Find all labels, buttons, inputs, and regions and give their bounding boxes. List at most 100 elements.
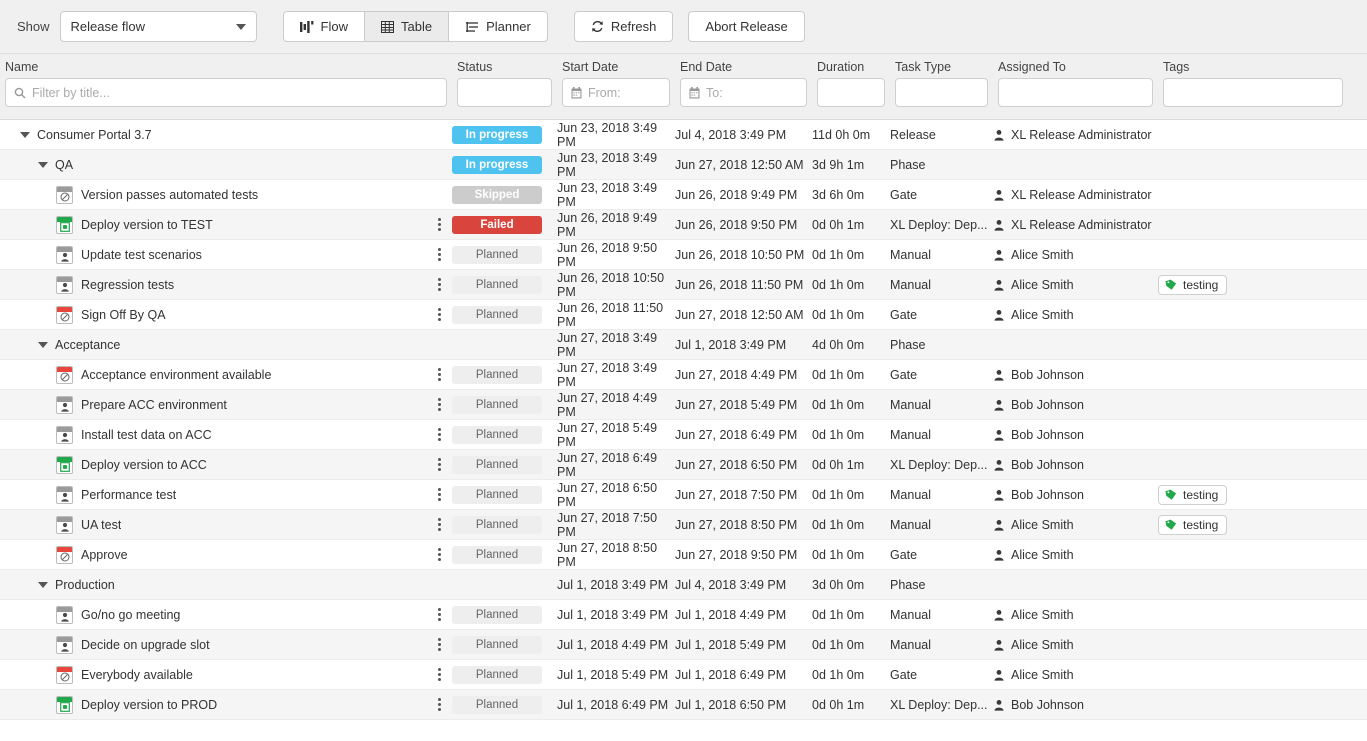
table-row[interactable]: Version passes automated tests Skipped Jun…: [0, 180, 1367, 210]
cell-duration: 0d 1h 0m: [812, 277, 865, 292]
table-row[interactable]: Sign Off By QA Planned Jun 26, 2018 11:50 …: [0, 300, 1367, 330]
cell-duration: 11d 0h 0m: [812, 127, 871, 142]
table-row[interactable]: Consumer Portal 3.7 In progress Jun 23, 20…: [0, 120, 1367, 150]
column-header-name[interactable]: Name: [0, 60, 452, 74]
tag-chip[interactable]: testing: [1158, 484, 1228, 505]
row-menu-icon[interactable]: [432, 488, 446, 501]
cell-task-type: Manual: [890, 637, 931, 652]
filter-input-status[interactable]: [457, 78, 552, 107]
abort-release-label: Abort Release: [705, 19, 788, 34]
row-menu-icon[interactable]: [432, 278, 446, 291]
assignee-name: XL Release Administrator: [1011, 217, 1152, 232]
tab-table[interactable]: Table: [363, 11, 449, 42]
cell-tags: testing: [1158, 484, 1348, 505]
cell-end-date: Jul 1, 2018 3:49 PM: [675, 337, 787, 352]
expand-collapse-caret-icon[interactable]: [38, 161, 48, 168]
table-row[interactable]: Performance test Planned Jun 27, 2018 6:50…: [0, 480, 1367, 510]
row-menu-icon[interactable]: [432, 218, 446, 231]
tag-chip[interactable]: testing: [1158, 514, 1228, 535]
row-menu-icon[interactable]: [432, 308, 446, 321]
expand-collapse-caret-icon[interactable]: [38, 341, 48, 348]
table-row[interactable]: Prepare ACC environment Planned Jun 27, 20…: [0, 390, 1367, 420]
table-row[interactable]: Deploy version to PROD Planned Jul 1, 2018…: [0, 690, 1367, 720]
status-badge: Planned: [452, 365, 542, 384]
table-row[interactable]: Approve Planned Jun 27, 2018 8:50 PM Jun 27…: [0, 540, 1367, 570]
row-menu-icon[interactable]: [432, 698, 446, 711]
row-menu-icon[interactable]: [432, 248, 446, 261]
row-menu-icon[interactable]: [432, 518, 446, 531]
cell-duration: 0d 1h 0m: [812, 487, 865, 502]
cell-end-date: Jul 1, 2018 4:49 PM: [675, 607, 787, 622]
row-menu-icon[interactable]: [432, 638, 446, 651]
filter-input-start[interactable]: From:: [562, 78, 670, 107]
row-menu-icon[interactable]: [432, 668, 446, 681]
row-menu-icon[interactable]: [432, 548, 446, 561]
status-badge: Planned: [452, 455, 542, 474]
task-name: UA test: [81, 517, 122, 532]
table-row[interactable]: Everybody available Planned Jul 1, 2018 5:…: [0, 660, 1367, 690]
task-name: Production: [55, 577, 115, 592]
cell-start-date: Jun 26, 2018 11:50 PM: [557, 300, 664, 329]
expand-collapse-caret-icon[interactable]: [20, 131, 30, 138]
table-row[interactable]: QA In progress Jun 23, 2018 3:49 PM Jun 27,…: [0, 150, 1367, 180]
table-row[interactable]: Go/no go meeting Planned Jul 1, 2018 3:49 …: [0, 600, 1367, 630]
filter-input-end[interactable]: To:: [680, 78, 807, 107]
tag-icon: [1165, 519, 1177, 531]
user-icon: [993, 189, 1005, 201]
cell-end-date: Jul 4, 2018 3:49 PM: [675, 127, 787, 142]
cell-task-type: Phase: [890, 337, 926, 352]
cell-assigned-to: Bob Johnson: [993, 488, 1158, 502]
cell-tags: testing: [1158, 274, 1348, 295]
row-menu-icon[interactable]: [432, 398, 446, 411]
column-header-tags[interactable]: Tags: [1158, 60, 1348, 74]
tab-planner[interactable]: Planner: [448, 11, 548, 42]
table-row[interactable]: Acceptance environment available Planned J…: [0, 360, 1367, 390]
cell-status: Planned: [452, 695, 557, 714]
tag-chip[interactable]: testing: [1158, 274, 1228, 295]
cell-status: Planned: [452, 365, 557, 384]
user-icon: [993, 489, 1005, 501]
filter-input-type[interactable]: [895, 78, 988, 107]
tab-flow[interactable]: Flow: [282, 11, 364, 42]
cell-tags: testing: [1158, 514, 1348, 535]
task-name: Sign Off By QA: [81, 307, 166, 322]
table-row[interactable]: Acceptance Jun 27, 2018 3:49 PM Jul 1, 201…: [0, 330, 1367, 360]
row-menu-icon[interactable]: [432, 368, 446, 381]
assignee-name: Bob Johnson: [1011, 487, 1084, 502]
table-row[interactable]: UA test Planned Jun 27, 2018 7:50 PM Jun 27…: [0, 510, 1367, 540]
task-name: QA: [55, 157, 74, 172]
row-menu-icon[interactable]: [432, 458, 446, 471]
column-header-start[interactable]: Start Date: [557, 60, 675, 74]
table-row[interactable]: Install test data on ACC Planned Jun 27, 2…: [0, 420, 1367, 450]
refresh-button[interactable]: Refresh: [573, 11, 674, 42]
column-header-duration[interactable]: Duration: [812, 60, 890, 74]
row-menu-icon[interactable]: [432, 608, 446, 621]
release-flow-select[interactable]: Release flow: [59, 11, 257, 42]
table-row[interactable]: Deploy version to TEST Failed Jun 26, 2018…: [0, 210, 1367, 240]
cell-duration: 0d 1h 0m: [812, 367, 865, 382]
cell-start-date: Jul 1, 2018 3:49 PM: [557, 577, 669, 592]
task-name: Deploy version to ACC: [81, 457, 207, 472]
table-row[interactable]: Decide on upgrade slot Planned Jul 1, 2018…: [0, 630, 1367, 660]
manual-icon: [56, 515, 73, 534]
expand-collapse-caret-icon[interactable]: [38, 581, 48, 588]
column-header-assigned[interactable]: Assigned To: [993, 60, 1158, 74]
column-header-status[interactable]: Status: [452, 60, 557, 74]
task-name: Install test data on ACC: [81, 427, 212, 442]
table-row[interactable]: Deploy version to ACC Planned Jun 27, 2018…: [0, 450, 1367, 480]
user-icon: [993, 669, 1005, 681]
filter-input-assigned[interactable]: [998, 78, 1153, 107]
filter-input-duration[interactable]: [817, 78, 885, 107]
manual-icon: [56, 245, 73, 264]
task-name: Decide on upgrade slot: [81, 637, 210, 652]
abort-release-button[interactable]: Abort Release: [688, 11, 805, 42]
table-row[interactable]: Regression tests Planned Jun 26, 2018 10:5…: [0, 270, 1367, 300]
table-row[interactable]: Update test scenarios Planned Jun 26, 2018…: [0, 240, 1367, 270]
row-menu-icon[interactable]: [432, 428, 446, 441]
column-header-type[interactable]: Task Type: [890, 60, 993, 74]
column-header-end[interactable]: End Date: [675, 60, 812, 74]
cell-task-type: Phase: [890, 577, 926, 592]
table-row[interactable]: Production Jul 1, 2018 3:49 PM Jul 4, 2018…: [0, 570, 1367, 600]
filter-input-name[interactable]: Filter by title...: [5, 78, 447, 107]
filter-input-tags[interactable]: [1163, 78, 1343, 107]
